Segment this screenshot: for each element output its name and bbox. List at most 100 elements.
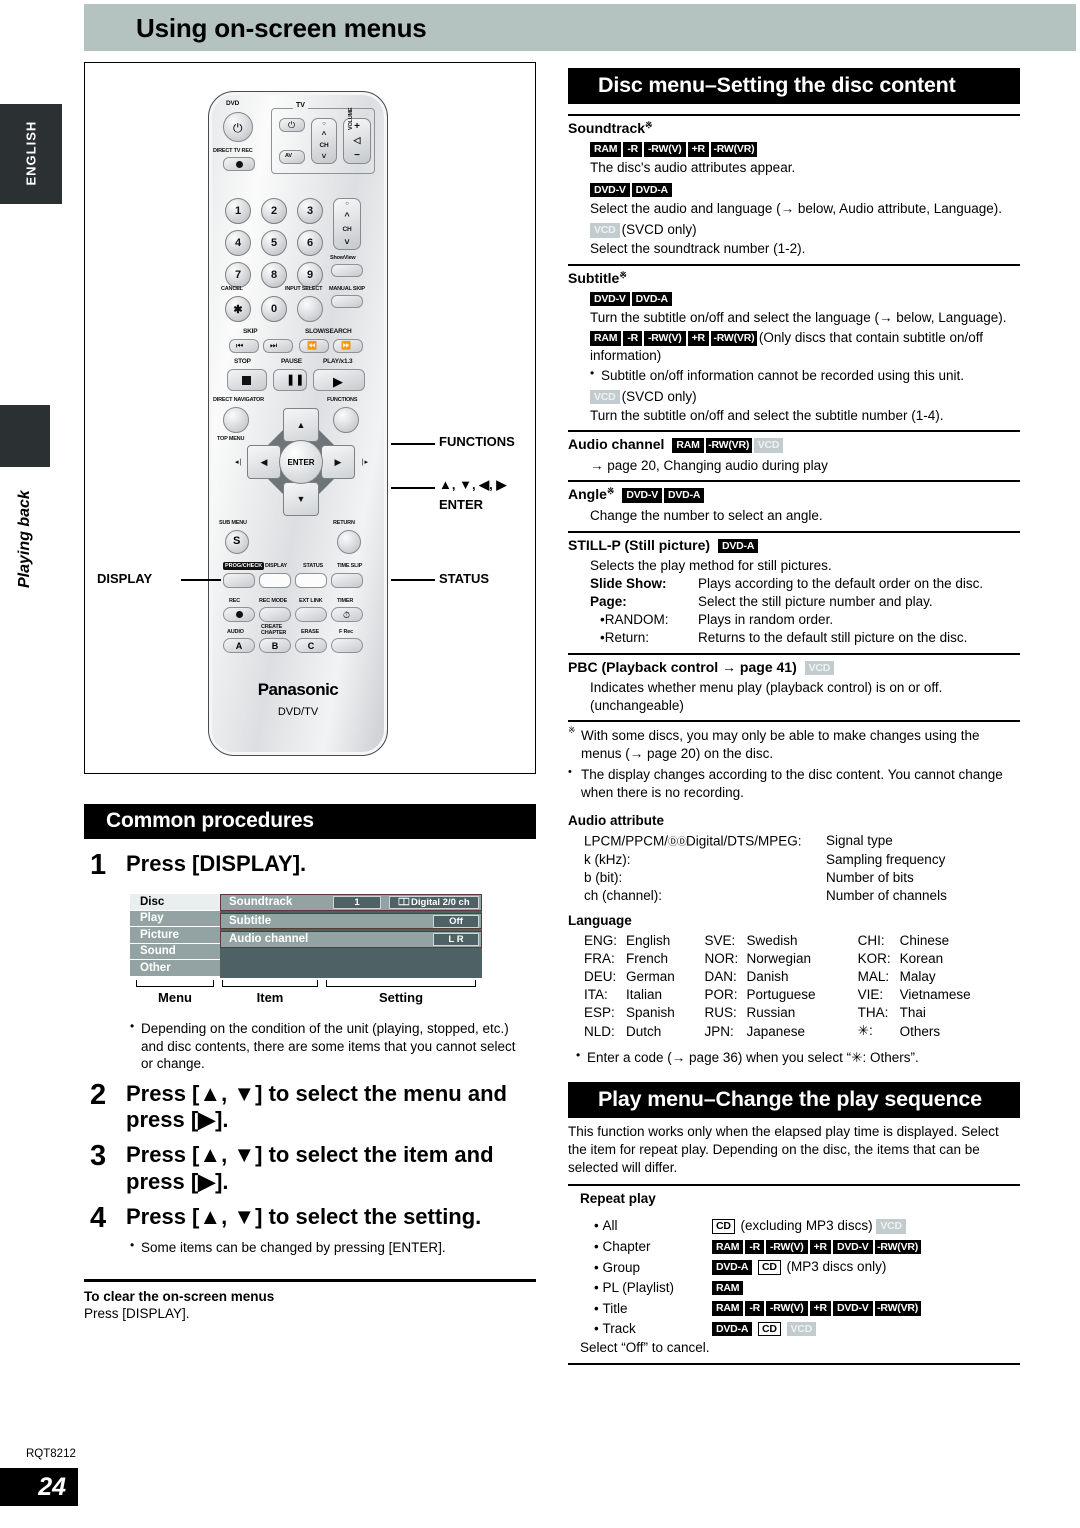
repeat-all-note: (excluding MP3 discs) bbox=[740, 1218, 873, 1234]
subtitle-badges-2: RAM -R -RW(V) +R -RW(VR) (Only discs that con… bbox=[590, 329, 1020, 365]
osd-menu-item-play: Play bbox=[130, 910, 220, 927]
soundtrack-heading: Soundtrack※ bbox=[568, 116, 1020, 136]
lang-name-tha: Thai bbox=[899, 1005, 926, 1021]
av-button bbox=[279, 150, 305, 164]
badge-rwvr-4: -RW(VR) bbox=[874, 1239, 921, 1255]
dolby-digital-icon: ⎕⎕ bbox=[398, 897, 409, 908]
frame-back-icon: ◂∣ bbox=[235, 459, 243, 466]
create-chapter-b-button: B bbox=[259, 638, 291, 653]
label-cancel: CANCEL bbox=[221, 286, 243, 292]
osd-item-panel: Soundtrack 1 ⎕⎕ Digital 2/0 ch Subtitle … bbox=[220, 894, 482, 978]
step-4: 4 Press [▲, ▼] to select the setting. bbox=[84, 1203, 536, 1233]
stillp-desc-page: Select the still picture number and play… bbox=[698, 594, 933, 610]
number-0: 0 bbox=[261, 296, 287, 322]
angle-footnote-mark: ※ bbox=[606, 486, 615, 497]
badge-rwv-4: -RW(V) bbox=[766, 1301, 808, 1316]
footnote-1: ※ With some discs, you may only be able … bbox=[568, 725, 1020, 763]
audio-attribute-val-bit: Number of bits bbox=[826, 869, 914, 885]
badge-plusr-4: +R bbox=[809, 1301, 831, 1316]
repeat-row-track: • Track DVD-A CD VCD bbox=[594, 1318, 923, 1339]
stillp-term-return: •Return: bbox=[600, 630, 650, 646]
lang-name-vie: Vietnamese bbox=[899, 987, 971, 1003]
badge-rwvr: -RW(VR) bbox=[710, 142, 757, 157]
footnote-2-mark: • bbox=[568, 766, 572, 779]
enter-button: ENTER bbox=[279, 440, 323, 484]
audio-a-button: A bbox=[223, 638, 255, 653]
footnotes-divider bbox=[568, 720, 1020, 723]
lang-name-kor: Korean bbox=[899, 951, 944, 967]
audio-attribute-row-signal: LPCM/PPCM/ⒹⒹDigital/DTS/MPEG: Signal typ… bbox=[568, 832, 1020, 851]
play-menu-intro: This function works only when the elapse… bbox=[568, 1124, 999, 1175]
badge-dvdv-3: DVD-V bbox=[622, 488, 662, 503]
skip-back-icon: ⏮ bbox=[236, 341, 244, 350]
clear-menus-heading: To clear the on-screen menus bbox=[84, 1288, 275, 1304]
callout-arrows: ▲, ▼, ◀, ▶ bbox=[439, 477, 507, 492]
badge-plusr: +R bbox=[687, 142, 709, 157]
repeat-label-group: • Group bbox=[594, 1259, 641, 1275]
audio-attribute-key-signal-prefix: LPCM/PPCM/ bbox=[584, 833, 669, 849]
badge-cd-2: CD bbox=[758, 1260, 781, 1275]
erase-c-button: C bbox=[295, 638, 327, 653]
badge-dvda-5: DVD-A bbox=[712, 1260, 753, 1275]
lang-name-esp: Spanish bbox=[626, 1005, 675, 1021]
subtitle-bullet-note: Subtitle on/off information cannot be re… bbox=[590, 366, 1020, 385]
repeat-cancel-note: Select “Off” to cancel. bbox=[580, 1339, 710, 1355]
repeat-badges-all: CD (excluding MP3 discs) VCD bbox=[712, 1216, 923, 1237]
step-3-number: 3 bbox=[90, 1140, 107, 1173]
dpad-left-button: ◀ bbox=[247, 445, 281, 479]
badge-vcd-4: VCD bbox=[804, 660, 835, 676]
callout-enter: ENTER bbox=[439, 497, 484, 512]
power-icon: ⏻ bbox=[233, 121, 243, 135]
repeat-badges-group: DVD-A CD (MP3 discs only) bbox=[712, 1257, 923, 1278]
audio-channel-heading-text: Audio channel bbox=[568, 436, 665, 453]
osd-label-soundtrack: Soundtrack bbox=[229, 896, 293, 909]
repeat-label-all-text: All bbox=[602, 1218, 618, 1234]
lang-name-ita: Italian bbox=[626, 987, 663, 1003]
osd-value-audio-channel: L R bbox=[433, 933, 479, 946]
number-3: 3 bbox=[297, 198, 323, 224]
badge-ram-5: RAM bbox=[712, 1280, 744, 1296]
audio-attribute-key-bit: b (bit): bbox=[584, 869, 623, 885]
page-header: Using on-screen menus bbox=[84, 4, 1076, 51]
lang-code-por: POR: bbox=[704, 987, 738, 1003]
stillp-desc-random: Plays in random order. bbox=[698, 612, 834, 628]
badge-vcd: VCD bbox=[590, 223, 620, 238]
common-procedures-bar: Common procedures bbox=[84, 804, 536, 839]
lang-name-nor: Norwegian bbox=[746, 951, 812, 967]
label-slow-search: SLOW/SEARCH bbox=[305, 328, 352, 335]
step-2: 2 Press [▲, ▼] to select the menu and pr… bbox=[84, 1080, 536, 1135]
subtitle-footnote-mark: ※ bbox=[619, 269, 627, 280]
channel-pad: ○ ^ CH ˅ bbox=[333, 198, 361, 250]
badge-r-2: -R bbox=[623, 331, 642, 346]
time-slip-button bbox=[331, 573, 363, 588]
repeat-row-title: • Title RAM -R -RW(V) +R DVD-V -RW(VR) bbox=[594, 1298, 923, 1319]
lang-code-chi: CHI: bbox=[857, 933, 885, 949]
label-stop: STOP bbox=[234, 358, 251, 365]
osd-bracket-item bbox=[222, 980, 318, 987]
badge-vcd-3: VCD bbox=[753, 438, 784, 453]
pbc-heading-text: PBC (Playback control → page 41) bbox=[568, 658, 797, 675]
label-direct-navigator: DIRECT NAVIGATOR bbox=[213, 397, 264, 403]
repeat-badges-playlist: RAM bbox=[712, 1277, 923, 1298]
lang-name-rus: Russian bbox=[746, 1005, 796, 1021]
soundtrack-badges-1: RAM -R -RW(V) +R -RW(VR) bbox=[590, 140, 1020, 158]
soundtrack-badges-2: DVD-V DVD-A bbox=[590, 181, 1020, 199]
label-top-menu: TOP MENU bbox=[217, 436, 245, 442]
badge-r-4: -R bbox=[745, 1301, 764, 1316]
label-timer: TIMER bbox=[337, 598, 354, 604]
lang-code-kor: KOR: bbox=[857, 951, 891, 967]
pbc-body: Indicates whether menu play (playback co… bbox=[568, 675, 1020, 720]
label-play: PLAY/x1.3 bbox=[323, 358, 353, 365]
language-row-1: ENG: English SVE: Swedish CHI: Chinese bbox=[584, 932, 1014, 950]
badge-dvda-6: DVD-A bbox=[712, 1321, 753, 1337]
osd-value-soundtrack-number: 1 bbox=[333, 896, 381, 909]
label-direct-tv-rec: DIRECT TV REC bbox=[213, 148, 253, 154]
audio-attribute-table: LPCM/PPCM/ⒹⒹDigital/DTS/MPEG: Signal typ… bbox=[568, 832, 1020, 905]
skip-forward-icon: ⏭ bbox=[270, 341, 278, 350]
osd-bracket-menu bbox=[136, 980, 214, 987]
badge-dvdv-2: DVD-V bbox=[590, 291, 630, 307]
language-row-2: FRA: French NOR: Norwegian KOR: Korean bbox=[584, 950, 1014, 968]
stillp-def-slideshow: Slide Show: Plays according to the defau… bbox=[590, 575, 1020, 593]
badge-dvda-4: DVD-A bbox=[717, 538, 759, 554]
angle-body: Change the number to select an angle. bbox=[568, 503, 1020, 531]
